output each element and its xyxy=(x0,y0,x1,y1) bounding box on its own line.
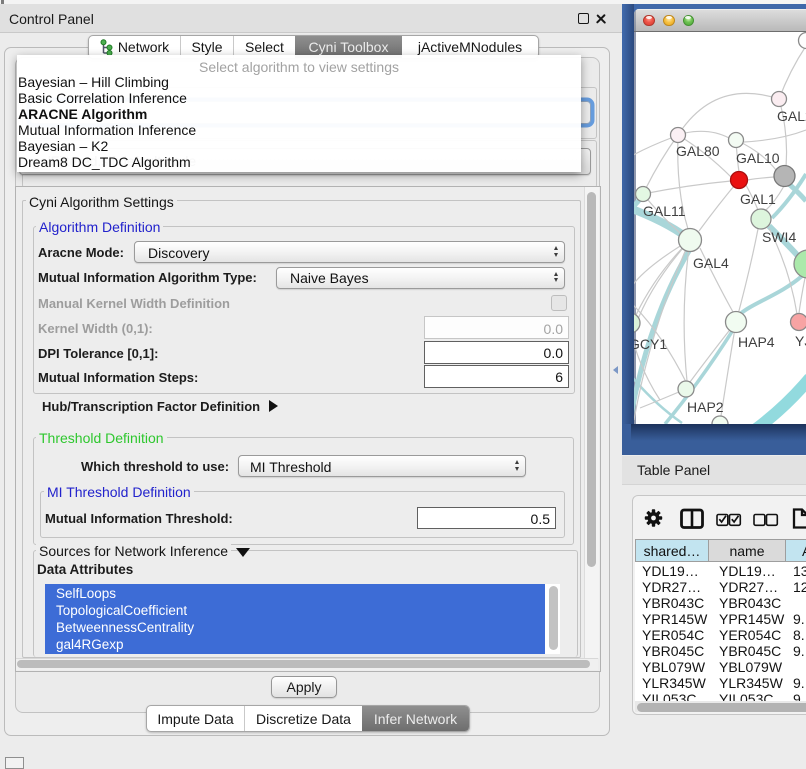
svg-text:GAL80: GAL80 xyxy=(676,143,720,159)
svg-text:GCY1: GCY1 xyxy=(634,336,667,352)
svg-text:GAL10: GAL10 xyxy=(736,150,780,166)
svg-text:HAP4: HAP4 xyxy=(738,334,775,350)
svg-text:GAL11: GAL11 xyxy=(643,203,686,219)
svg-text:HAP2: HAP2 xyxy=(687,399,724,415)
svg-text:GAL1: GAL1 xyxy=(740,191,776,207)
svg-text:SWI4: SWI4 xyxy=(762,229,796,245)
svg-text:GAL2: GAL2 xyxy=(777,108,806,124)
svg-text:GAL4: GAL4 xyxy=(693,255,729,271)
svg-text:YJ: YJ xyxy=(795,333,806,349)
